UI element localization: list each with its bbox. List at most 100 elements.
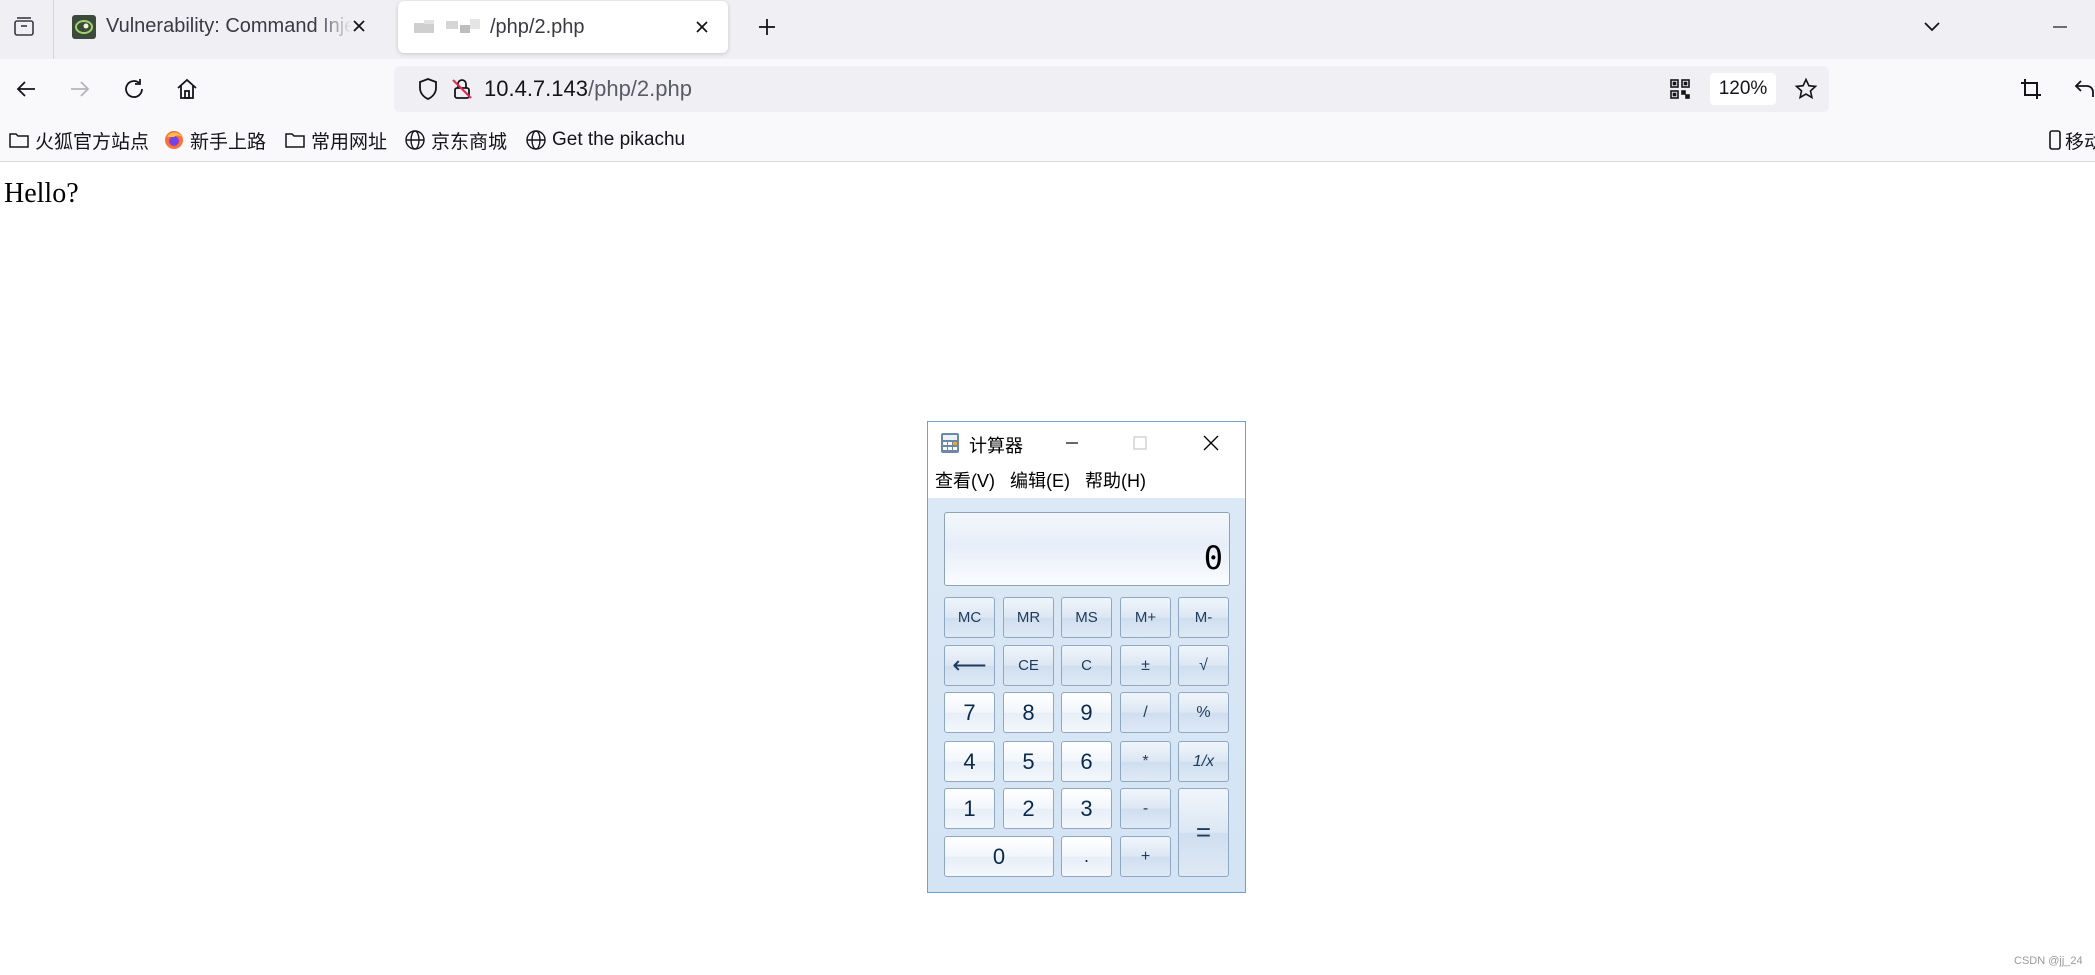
tab-command-injection[interactable]: Vulnerability: Command Injection: [58, 0, 385, 53]
window-minimize-button[interactable]: [2040, 9, 2080, 45]
forward-button[interactable]: [60, 69, 100, 109]
bookmark-jd-mall[interactable]: 京东商城: [404, 127, 507, 153]
key-7[interactable]: 7: [944, 692, 995, 733]
calculator-title-bar[interactable]: 计算器: [928, 422, 1245, 462]
bookmark-common-sites[interactable]: 常用网址: [284, 127, 387, 153]
list-all-tabs-button[interactable]: [1912, 9, 1952, 45]
blank-favicon-icon: [414, 20, 434, 33]
key-6[interactable]: 6: [1061, 741, 1112, 782]
home-button[interactable]: [167, 69, 207, 109]
calculator-window: 计算器 查看(V) 编辑(E) 帮助(H) 0 MC MR MS M+ M- ⟵…: [927, 421, 1246, 893]
navigation-toolbar: 10.4.7.143/php/2.php 120%: [0, 59, 2095, 119]
key-reciprocal[interactable]: 1/x: [1178, 741, 1229, 782]
key-equals[interactable]: =: [1178, 788, 1229, 877]
new-tab-button[interactable]: [747, 9, 787, 45]
key-1[interactable]: 1: [944, 788, 995, 829]
back-button[interactable]: [6, 69, 46, 109]
menu-help[interactable]: 帮助(H): [1085, 467, 1146, 493]
key-5[interactable]: 5: [1003, 741, 1054, 782]
close-icon: [696, 21, 708, 33]
bookmark-label: 常用网址: [311, 131, 388, 153]
star-icon: [1794, 77, 1818, 100]
insecure-connection-button[interactable]: [448, 75, 476, 103]
tab-title: /php/2.php: [490, 15, 585, 38]
key-9[interactable]: 9: [1061, 692, 1112, 733]
arrow-left-icon: [16, 81, 35, 97]
key-add[interactable]: +: [1120, 836, 1171, 877]
key-0[interactable]: 0: [944, 836, 1054, 877]
key-mc[interactable]: MC: [944, 597, 995, 638]
key-divide[interactable]: /: [1120, 692, 1171, 733]
tab-close-button[interactable]: [345, 12, 373, 40]
watermark: CSDN @jj_24: [2014, 955, 2083, 967]
key-c[interactable]: C: [1061, 645, 1112, 686]
key-backspace[interactable]: ⟵: [944, 645, 995, 686]
tab-strip-separator: [53, 0, 54, 59]
key-ce[interactable]: CE: [1003, 645, 1054, 686]
key-plus-minus[interactable]: ±: [1120, 645, 1171, 686]
calculator-title: 计算器: [969, 436, 1023, 456]
calculator-close-button[interactable]: [1196, 428, 1226, 458]
tracking-protection-button[interactable]: [414, 75, 442, 103]
bookmark-page-button[interactable]: [1792, 75, 1820, 103]
calculator-display: 0: [944, 512, 1230, 586]
url-text[interactable]: 10.4.7.143/php/2.php: [484, 76, 692, 102]
menu-edit[interactable]: 编辑(E): [1010, 467, 1070, 493]
globe-icon: [525, 129, 547, 151]
undo-icon: [2074, 80, 2094, 97]
close-icon: [353, 20, 365, 32]
key-multiply[interactable]: *: [1120, 741, 1171, 782]
plus-icon: [759, 19, 775, 35]
tab-close-button[interactable]: [688, 13, 716, 41]
tab-title: Vulnerability: Command Injection: [106, 15, 352, 37]
qr-code-button[interactable]: [1666, 75, 1694, 103]
key-2[interactable]: 2: [1003, 788, 1054, 829]
redacted-block: [446, 19, 480, 33]
reload-icon: [125, 79, 143, 98]
firefox-icon: [163, 129, 185, 151]
mobile-device-icon: [2047, 129, 2063, 151]
url-path: /php/2.php: [587, 76, 692, 101]
zoom-reset-button[interactable]: 120%: [1710, 73, 1776, 105]
globe-icon: [404, 129, 426, 151]
home-icon: [177, 78, 197, 99]
bookmarks-toolbar: 火狐官方站点 新手上路 常用网址 京东商城 Get the pikachu 移动: [0, 119, 2095, 162]
key-ms[interactable]: MS: [1061, 597, 1112, 638]
insecure-lock-icon: [452, 79, 472, 99]
key-8[interactable]: 8: [1003, 692, 1054, 733]
bookmark-firefox-official[interactable]: 火狐官方站点: [8, 127, 149, 153]
bookmark-getting-started[interactable]: 新手上路: [163, 127, 266, 153]
url-bar[interactable]: 10.4.7.143/php/2.php 120%: [394, 66, 1829, 112]
calculator-maximize-button[interactable]: [1125, 428, 1155, 458]
minimize-icon: [1066, 442, 1078, 444]
shield-icon: [419, 78, 437, 100]
minimize-icon: [2053, 26, 2067, 28]
tab-list-button[interactable]: [4, 9, 44, 45]
key-3[interactable]: 3: [1061, 788, 1112, 829]
bookmark-label: 火狐官方站点: [35, 131, 150, 153]
tab-list-icon: [14, 17, 34, 36]
display-value: 0: [1203, 539, 1223, 577]
qr-code-icon: [1670, 79, 1690, 99]
folder-icon: [8, 129, 30, 151]
bookmark-label: 新手上路: [190, 131, 267, 153]
key-mr[interactable]: MR: [1003, 597, 1054, 638]
key-m-plus[interactable]: M+: [1120, 597, 1171, 638]
key-percent[interactable]: %: [1178, 692, 1229, 733]
bookmark-label: Get the pikachu: [552, 129, 686, 150]
screenshot-button[interactable]: [2011, 69, 2051, 109]
bookmark-get-the-pikachu[interactable]: Get the pikachu: [525, 127, 685, 153]
key-sqrt[interactable]: √: [1178, 645, 1229, 686]
bookmark-mobile[interactable]: 移动: [2047, 127, 2095, 153]
calculator-minimize-button[interactable]: [1057, 428, 1087, 458]
key-4[interactable]: 4: [944, 741, 995, 782]
reload-button[interactable]: [114, 69, 154, 109]
undo-button[interactable]: [2065, 69, 2095, 109]
key-subtract[interactable]: -: [1120, 788, 1171, 829]
crop-icon: [2021, 79, 2041, 99]
key-m-minus[interactable]: M-: [1178, 597, 1229, 638]
menu-view[interactable]: 查看(V): [935, 467, 995, 493]
maximize-icon: [1133, 436, 1147, 450]
tab-php-2[interactable]: /php/2.php: [398, 1, 728, 53]
key-decimal[interactable]: .: [1061, 836, 1112, 877]
